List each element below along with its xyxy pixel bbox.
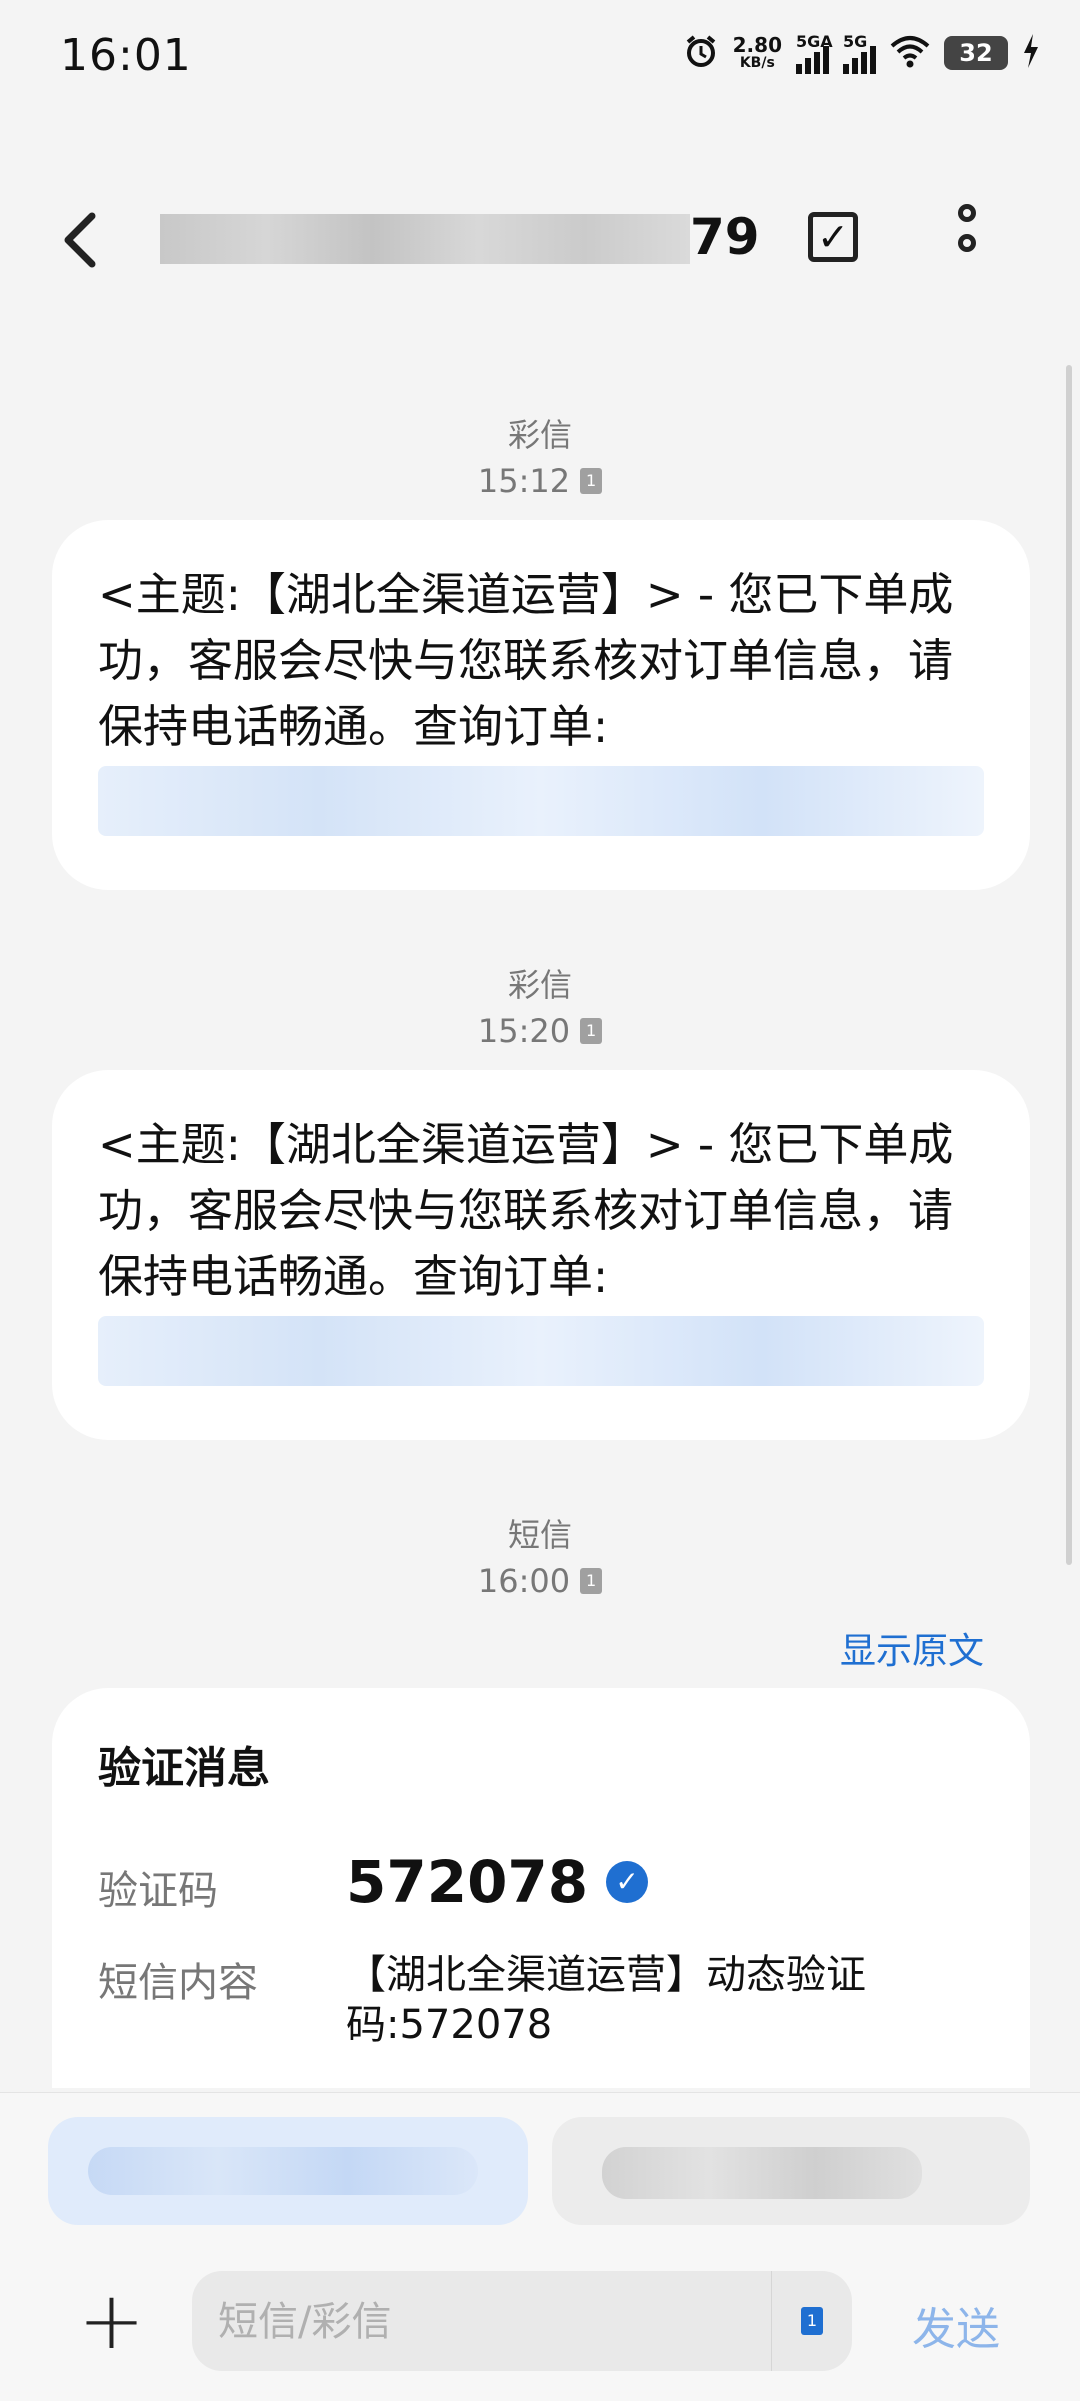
status-icons: 2.80 KB/s 5GA 5G 32 xyxy=(683,32,1040,74)
sms-content: 【湖北全渠道运营】动态验证码:572078 xyxy=(346,1952,866,2048)
sim-card-icon: 1 xyxy=(580,1018,603,1044)
send-button[interactable]: 发送 xyxy=(912,2293,1000,2357)
network-speed: 2.80 KB/s xyxy=(733,35,782,71)
wifi-icon xyxy=(890,34,930,72)
quick-reply-chip[interactable] xyxy=(552,2117,1030,2225)
message-type: 彩信 xyxy=(507,966,572,1004)
show-original-link[interactable]: 显示原文 xyxy=(840,1622,984,1674)
conversation-header: 79 ✓ xyxy=(0,190,1080,290)
quick-reply-chip[interactable] xyxy=(48,2117,528,2225)
order-link-redacted[interactable] xyxy=(98,766,984,836)
signal-sim2-label: 5G xyxy=(843,32,868,51)
message-meta: 短信 16:00 1 xyxy=(0,1510,1080,1600)
sim-card-icon: 1 xyxy=(580,468,603,494)
network-speed-value: 2.80 xyxy=(732,33,782,57)
order-link-redacted[interactable] xyxy=(98,1316,984,1386)
sim-card-icon: 1 xyxy=(801,2307,823,2335)
select-checkbox-icon[interactable]: ✓ xyxy=(808,212,858,262)
message-meta: 彩信 15:20 1 xyxy=(0,960,1080,1050)
message-bubble[interactable]: <主题:【湖北全渠道运营】> - 您已下单成功，客服会尽快与您联系核对订单信息，… xyxy=(52,1070,1030,1440)
battery-icon: 32 xyxy=(944,36,1008,70)
signal-sim1-icon: 5GA xyxy=(796,32,833,74)
contact-number-suffix: 79 xyxy=(690,208,760,266)
back-button[interactable] xyxy=(60,210,100,280)
alarm-icon xyxy=(683,33,719,73)
message-meta: 彩信 15:12 1 xyxy=(0,410,1080,500)
sim-card-icon: 1 xyxy=(580,1568,603,1594)
code-label: 验证码 xyxy=(98,1868,218,1914)
verified-badge-icon: ✓ xyxy=(606,1861,649,1903)
message-time: 15:12 xyxy=(477,462,571,500)
more-options-icon[interactable] xyxy=(958,204,976,252)
sim-switch-button[interactable]: 1 xyxy=(771,2271,852,2371)
message-time: 16:00 xyxy=(477,1562,571,1600)
message-input-container: 1 xyxy=(192,2271,852,2373)
composer-area: + 1 发送 xyxy=(0,2092,1080,2401)
message-bubble[interactable]: <主题:【湖北全渠道运营】> - 您已下单成功，客服会尽快与您联系核对订单信息，… xyxy=(52,520,1030,890)
verification-code[interactable]: 572078 xyxy=(346,1848,588,1916)
signal-sim1-label: 5GA xyxy=(796,32,833,51)
message-text: <主题:【湖北全渠道运营】> - 您已下单成功，客服会尽快与您联系核对订单信息，… xyxy=(98,568,954,753)
charging-icon xyxy=(1022,34,1040,72)
verification-card-title: 验证消息 xyxy=(98,1744,270,1794)
status-bar: 16:01 2.80 KB/s 5GA 5G 32 xyxy=(0,0,1080,110)
status-time: 16:01 xyxy=(60,30,192,81)
message-text: <主题:【湖北全渠道运营】> - 您已下单成功，客服会尽快与您联系核对订单信息，… xyxy=(98,1118,954,1303)
signal-sim2-icon: 5G xyxy=(843,32,876,74)
message-input[interactable] xyxy=(216,2271,740,2373)
verification-card[interactable]: 验证消息 验证码 572078 ✓ 短信内容 【湖北全渠道运营】动态验证码:57… xyxy=(52,1688,1030,2088)
message-time: 15:20 xyxy=(477,1012,571,1050)
contact-number-redacted xyxy=(160,214,690,264)
network-speed-unit: KB/s xyxy=(739,55,775,71)
add-attachment-icon[interactable]: + xyxy=(78,2281,145,2361)
content-label: 短信内容 xyxy=(98,1960,258,2006)
message-type: 短信 xyxy=(507,1516,572,1554)
message-type: 彩信 xyxy=(507,416,572,454)
